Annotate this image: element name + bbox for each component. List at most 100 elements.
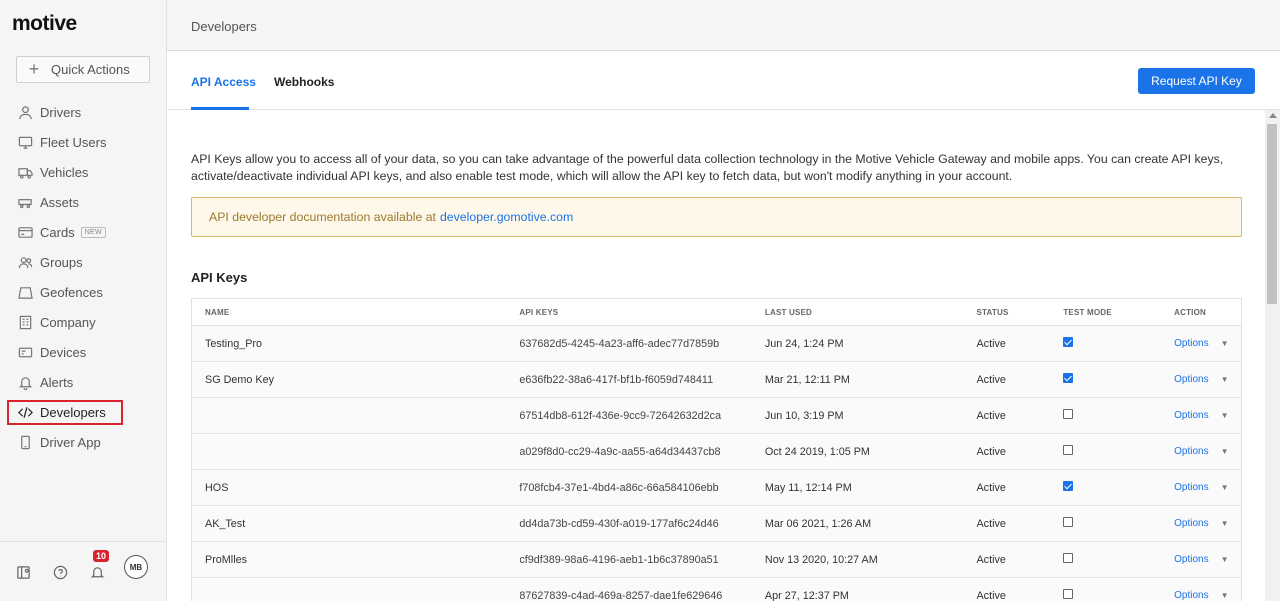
scrollbar[interactable]	[1265, 110, 1280, 601]
table-row: Testing_Pro 637682d5-4245-4a23-aff6-adec7…	[192, 326, 1241, 362]
tab-api-access[interactable]: API Access	[191, 75, 256, 89]
api-key-value: f708fcb4-37e1-4bd4-a86c-66a584106ebb	[519, 481, 719, 494]
notification-count-badge: 10	[93, 550, 110, 562]
sidebar-item-alerts[interactable]: Alerts	[0, 367, 166, 397]
users-icon	[17, 254, 33, 270]
api-keys-heading: API Keys	[191, 270, 248, 285]
options-link[interactable]: Options	[1174, 338, 1208, 349]
sidebar-item-devices[interactable]: Devices	[0, 337, 166, 367]
table-row: SG Demo Key e636fb22-38a6-417f-bf1b-f6059…	[192, 362, 1241, 398]
test-mode-checkbox[interactable]	[1063, 373, 1074, 383]
key-name: Testing_Pro	[205, 337, 263, 350]
table-header: NAME API KEYS LAST USED STATUS TEST MODE…	[192, 299, 1241, 326]
sidebar-item-assets[interactable]: Assets	[0, 187, 166, 217]
api-key-value: 87627839-c4ad-469a-8257-dae1fe629646	[519, 589, 723, 601]
building-icon	[17, 314, 33, 330]
status: Active	[976, 409, 1006, 422]
table-body: Testing_Pro 637682d5-4245-4a23-aff6-adec7…	[192, 326, 1241, 601]
developer-docs-link[interactable]: developer.gomotive.com	[440, 210, 573, 224]
dropdown-caret-icon[interactable]: ▼	[1221, 591, 1229, 600]
dropdown-caret-icon[interactable]: ▼	[1221, 519, 1229, 528]
user-icon	[17, 104, 33, 120]
test-mode-checkbox[interactable]	[1063, 445, 1074, 455]
last-used: Mar 21, 12:11 PM	[764, 373, 850, 386]
scroll-up-arrow-icon[interactable]	[1269, 113, 1277, 118]
key-name: HOS	[205, 481, 229, 494]
device-icon	[17, 344, 33, 360]
sidebar-item-geofences[interactable]: Geofences	[0, 277, 166, 307]
test-mode-checkbox[interactable]	[1063, 589, 1074, 599]
scrollbar-thumb[interactable]	[1267, 124, 1277, 304]
bell-icon	[17, 374, 33, 390]
table-row: a029f8d0-cc29-4a9c-aa55-a64d34437cb8 Oct …	[192, 434, 1241, 470]
test-mode-checkbox[interactable]	[1063, 409, 1074, 419]
sidebar-item-vehicles[interactable]: Vehicles	[0, 157, 166, 187]
options-link[interactable]: Options	[1174, 518, 1208, 529]
last-used: Nov 13 2020, 10:27 AM	[764, 553, 878, 566]
last-used: Mar 06 2021, 1:26 AM	[764, 517, 872, 530]
key-name: AK_Test	[205, 517, 246, 530]
sidebar-item-fleet-users[interactable]: Fleet Users	[0, 127, 166, 157]
status: Active	[976, 337, 1006, 350]
column-header-action: ACTION	[1174, 307, 1206, 317]
options-link[interactable]: Options	[1174, 590, 1208, 601]
options-link[interactable]: Options	[1174, 374, 1208, 385]
avatar[interactable]: MB	[124, 555, 148, 579]
tab-bar: API Access Webhooks Request API Key	[167, 51, 1280, 110]
intro-text: API Keys allow you to access all of your…	[191, 152, 1224, 183]
api-key-value: cf9df389-98a6-4196-aeb1-1b6c37890a51	[519, 553, 719, 566]
dropdown-caret-icon[interactable]: ▼	[1221, 555, 1229, 564]
request-api-key-button[interactable]: Request API Key	[1138, 68, 1255, 94]
last-used: May 11, 12:14 PM	[764, 481, 852, 494]
quick-actions-button[interactable]: + Quick Actions	[16, 56, 150, 83]
test-mode-checkbox[interactable]	[1063, 517, 1074, 527]
sidebar-item-driver-app[interactable]: Driver App	[0, 427, 166, 457]
status: Active	[976, 589, 1006, 601]
column-header-status: STATUS	[976, 307, 1009, 317]
geofence-icon	[17, 284, 33, 300]
dropdown-caret-icon[interactable]: ▼	[1221, 375, 1229, 384]
notifications-icon[interactable]	[90, 565, 106, 581]
last-used: Jun 10, 3:19 PM	[764, 409, 844, 422]
last-used: Jun 24, 1:24 PM	[764, 337, 844, 350]
options-link[interactable]: Options	[1174, 446, 1208, 457]
options-link[interactable]: Options	[1174, 482, 1208, 493]
options-link[interactable]: Options	[1174, 410, 1208, 421]
status: Active	[976, 373, 1006, 386]
main-content: API Keys allow you to access all of your…	[167, 110, 1265, 601]
map-book-icon[interactable]	[16, 565, 32, 581]
column-header-test-mode: TEST MODE	[1063, 307, 1112, 317]
help-icon[interactable]	[53, 565, 69, 581]
new-badge: NEW	[80, 226, 106, 238]
page-title: Developers	[191, 19, 257, 34]
status: Active	[976, 553, 1006, 566]
api-key-value: dd4da73b-cd59-430f-a019-177af6c24d46	[519, 517, 719, 530]
sidebar-item-drivers[interactable]: Drivers	[0, 97, 166, 127]
key-name: SG Demo Key	[205, 373, 275, 386]
sidebar-item-groups[interactable]: Groups	[0, 247, 166, 277]
status: Active	[976, 517, 1006, 530]
api-key-value: 67514db8-612f-436e-9cc9-72642632d2ca	[519, 409, 722, 422]
status: Active	[976, 481, 1006, 494]
tab-webhooks[interactable]: Webhooks	[274, 75, 334, 89]
sidebar-item-company[interactable]: Company	[0, 307, 166, 337]
dropdown-caret-icon[interactable]: ▼	[1221, 447, 1229, 456]
trailer-icon	[17, 194, 33, 210]
options-link[interactable]: Options	[1174, 554, 1208, 565]
api-key-value: a029f8d0-cc29-4a9c-aa55-a64d34437cb8	[519, 445, 721, 458]
monitor-icon	[17, 134, 33, 150]
page-header: Developers	[167, 0, 1280, 51]
dropdown-caret-icon[interactable]: ▼	[1221, 483, 1229, 492]
sidebar: motive + Quick Actions Drivers Fleet Use…	[0, 0, 167, 601]
quick-actions-label: Quick Actions	[51, 62, 130, 77]
developers-highlight-box	[7, 400, 123, 425]
table-row: ProMlles cf9df389-98a6-4196-aeb1-1b6c3789…	[192, 542, 1241, 578]
test-mode-checkbox[interactable]	[1063, 337, 1074, 347]
test-mode-checkbox[interactable]	[1063, 553, 1074, 563]
test-mode-checkbox[interactable]	[1063, 481, 1074, 491]
dropdown-caret-icon[interactable]: ▼	[1221, 339, 1229, 348]
motive-logo[interactable]: motive	[12, 12, 77, 36]
api-key-value: e636fb22-38a6-417f-bf1b-f6059d748411	[519, 373, 714, 386]
sidebar-item-cards[interactable]: Cards NEW	[0, 217, 166, 247]
dropdown-caret-icon[interactable]: ▼	[1221, 411, 1229, 420]
